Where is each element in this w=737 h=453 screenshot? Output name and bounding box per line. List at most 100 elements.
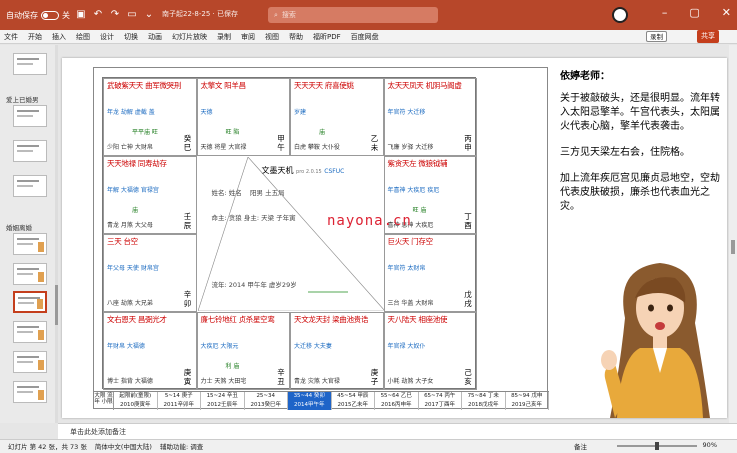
palace-ganzhi: 丁酉 <box>464 212 472 230</box>
palace-spirits: 天德 将星 大官禄 <box>200 144 247 151</box>
timeline-year: 2013癸巳年 <box>250 402 282 408</box>
palace-ganzhi: 辛卯 <box>183 290 192 308</box>
palace-spirits: 小耗 劫煞 大子女 <box>387 378 434 385</box>
slide-thumbnail[interactable] <box>13 233 47 255</box>
palace-main-stars: 天天天天 府喜使姚 <box>294 81 354 90</box>
tab-9[interactable]: 审阅 <box>236 32 260 42</box>
timeline-cell[interactable]: 75~84 丁未 2018戊戌年 <box>462 392 506 410</box>
section-label[interactable]: 婚姻离婚 <box>6 222 32 232</box>
tab-11[interactable]: 帮助 <box>284 32 308 42</box>
zoom-slider[interactable] <box>617 442 697 450</box>
timeline-cell[interactable]: 45~54 甲辰 2015乙未年 <box>332 392 375 410</box>
zoom-handle[interactable] <box>655 442 659 450</box>
timeline-cell[interactable]: 5~14 庚子 2011辛卯年 <box>158 392 201 410</box>
save-icon[interactable]: ▣ <box>75 9 87 21</box>
tab-7[interactable]: 幻灯片放映 <box>167 32 212 42</box>
timeline-year: 2019己亥年 <box>511 402 543 408</box>
title-bar: 自动保存 关 ▣ ↶ ↷ ▭ ⌄ 南子起22-8-25 · 已保存 ⌕ 搜索 –… <box>0 0 737 30</box>
palace-spirits: 八座 劫煞 大兄弟 <box>107 300 153 307</box>
notes-toggle[interactable]: 备注 <box>574 440 587 453</box>
tab-6[interactable]: 动画 <box>143 32 167 42</box>
timeline-cell[interactable]: 65~74 丙午 2017丁酉年 <box>419 392 462 410</box>
palace-ganzhi: 甲午 <box>277 134 285 152</box>
palace-cell: 天天天天 府喜使姚庙 岁建 乙未 白虎 攀鞍 大仆役 <box>290 78 384 156</box>
palace-ganzhi: 壬辰 <box>183 212 192 230</box>
search-input[interactable]: ⌕ 搜索 <box>268 7 438 23</box>
tab-0[interactable]: 文件 <box>0 32 23 42</box>
undo-icon[interactable]: ↶ <box>92 9 104 21</box>
slide-thumbnail[interactable] <box>13 140 47 162</box>
timeline-year: 2015乙未年 <box>337 402 369 408</box>
chart-center: 文墨天机 pro 2.0.15 CSFUC 姓名: 姓名 阳男 土五局 命主: … <box>197 157 385 311</box>
palace-minor-stars: 年解 大福德 官禄宫 <box>107 187 159 194</box>
palace-minor-stars: 大疾厄 大限元 <box>200 343 239 350</box>
palace-main-stars: 太擎文 阳羊昌 <box>200 81 247 90</box>
timeline-cell[interactable]: 35~44 癸卯 2014甲午年 <box>288 392 332 410</box>
avatar[interactable] <box>612 7 628 23</box>
slide-scrollbar[interactable] <box>729 45 737 423</box>
slideshow-icon[interactable]: ▭ <box>126 9 138 21</box>
search-icon: ⌕ <box>274 10 278 19</box>
slide-thumbnail[interactable] <box>13 53 47 75</box>
palace-ganzhi: 庚寅 <box>183 368 192 386</box>
palace-ganzhi: 戊戌 <box>464 290 472 308</box>
palace-spirits: 力士 天煞 大田宅 <box>200 378 247 385</box>
maximize-icon[interactable]: ▢ <box>689 6 699 19</box>
minimize-icon[interactable]: – <box>662 6 668 19</box>
timeline-cell[interactable]: 55~64 乙巳 2016丙申年 <box>375 392 419 410</box>
thumbnail-scrollbar[interactable] <box>55 45 58 423</box>
palace-ganzhi: 癸巳 <box>183 134 192 152</box>
timeline-decade: 75~84 丁未 <box>467 393 499 399</box>
timeline-cell[interactable]: 起限前(童限) 2010庚寅年 <box>114 392 158 410</box>
close-icon[interactable]: ✕ <box>722 6 731 19</box>
record-button[interactable]: 录制 <box>646 31 667 42</box>
palace-brightness: 庙 <box>132 207 139 214</box>
tab-2[interactable]: 插入 <box>47 32 71 42</box>
slide-thumbnail[interactable] <box>13 105 47 127</box>
slide-thumbnail[interactable] <box>13 321 47 343</box>
palace-minor-stars: 年父母 天使 财帛宫 <box>107 265 159 272</box>
slide-canvas[interactable]: 文墨天机 pro 2.0.15 CSFUC 姓名: 姓名 阳男 土五局 命主: … <box>62 58 727 418</box>
tab-10[interactable]: 视图 <box>260 32 284 42</box>
slide-thumbnail[interactable] <box>13 381 47 403</box>
tab-1[interactable]: 开始 <box>23 32 47 42</box>
palace-ganzhi: 庚子 <box>370 368 379 386</box>
notes-placeholder[interactable]: 单击此处添加备注 <box>58 423 737 439</box>
timeline-header: 大限 流年 小限 <box>94 392 114 410</box>
palace-minor-stars: 年龙 劫解 虚截 盖 <box>107 109 155 116</box>
palace-minor-stars: 大迁移 大夫妻 <box>294 343 332 350</box>
language-status[interactable]: 简体中文(中国大陆) <box>95 440 152 453</box>
slide-thumbnail[interactable] <box>13 175 47 197</box>
palace-brightness: 旺 陷 <box>225 129 240 136</box>
palace-spirits: 白虎 攀鞍 大仆役 <box>294 144 340 151</box>
section-label[interactable]: 爱上已婚男 <box>6 94 39 104</box>
tab-5[interactable]: 切换 <box>119 32 143 42</box>
share-button[interactable]: 共享 <box>697 30 719 43</box>
autosave-label: 自动保存 <box>6 10 38 20</box>
timeline-cell[interactable]: 15~24 辛丑 2012壬辰年 <box>201 392 245 410</box>
timeline-year: 2012壬辰年 <box>207 402 238 408</box>
timeline-cell[interactable]: 85~94 戊申 2019己亥年 <box>506 392 549 410</box>
autosave-toggle[interactable]: 自动保存 关 <box>6 10 70 21</box>
more-icon[interactable]: ⌄ <box>143 9 155 21</box>
palace-cell: 太天天凤天 机阴马阁虚 年官符 大迁移 丙申 飞廉 岁驿 大迁移 <box>383 78 477 156</box>
timeline-year: 2016丙申年 <box>381 402 412 408</box>
tab-4[interactable]: 设计 <box>95 32 119 42</box>
tab-12[interactable]: 福昕PDF <box>308 32 346 42</box>
palace-grid: 文墨天机 pro 2.0.15 CSFUC 姓名: 姓名 阳男 土五局 命主: … <box>102 77 477 390</box>
slide-thumbnail-selected[interactable] <box>13 291 47 313</box>
timeline-cell[interactable]: 25~34 2013癸巳年 <box>245 392 288 410</box>
timeline-decade: 45~54 甲辰 <box>337 393 369 399</box>
palace-ganzhi: 己亥 <box>464 368 472 386</box>
tab-13[interactable]: 百度网盘 <box>346 32 384 42</box>
palace-cell: 天八陆天 相座池使 年官禄 大奴仆 己亥 小耗 劫煞 大子女 <box>383 312 477 390</box>
tab-3[interactable]: 绘图 <box>71 32 95 42</box>
tab-8[interactable]: 录制 <box>212 32 236 42</box>
accessibility-status[interactable]: 辅助功能: 调查 <box>160 440 203 453</box>
redo-icon[interactable]: ↷ <box>109 9 121 21</box>
palace-cell: 三天 台空 年父母 天使 财帛宫 辛卯 八座 劫煞 大兄弟 <box>103 234 197 312</box>
zoom-level[interactable]: 90% <box>703 441 717 449</box>
slide-thumbnail[interactable] <box>13 263 47 285</box>
slide-thumbnail[interactable] <box>13 351 47 373</box>
palace-minor-stars: 天德 <box>200 109 213 116</box>
